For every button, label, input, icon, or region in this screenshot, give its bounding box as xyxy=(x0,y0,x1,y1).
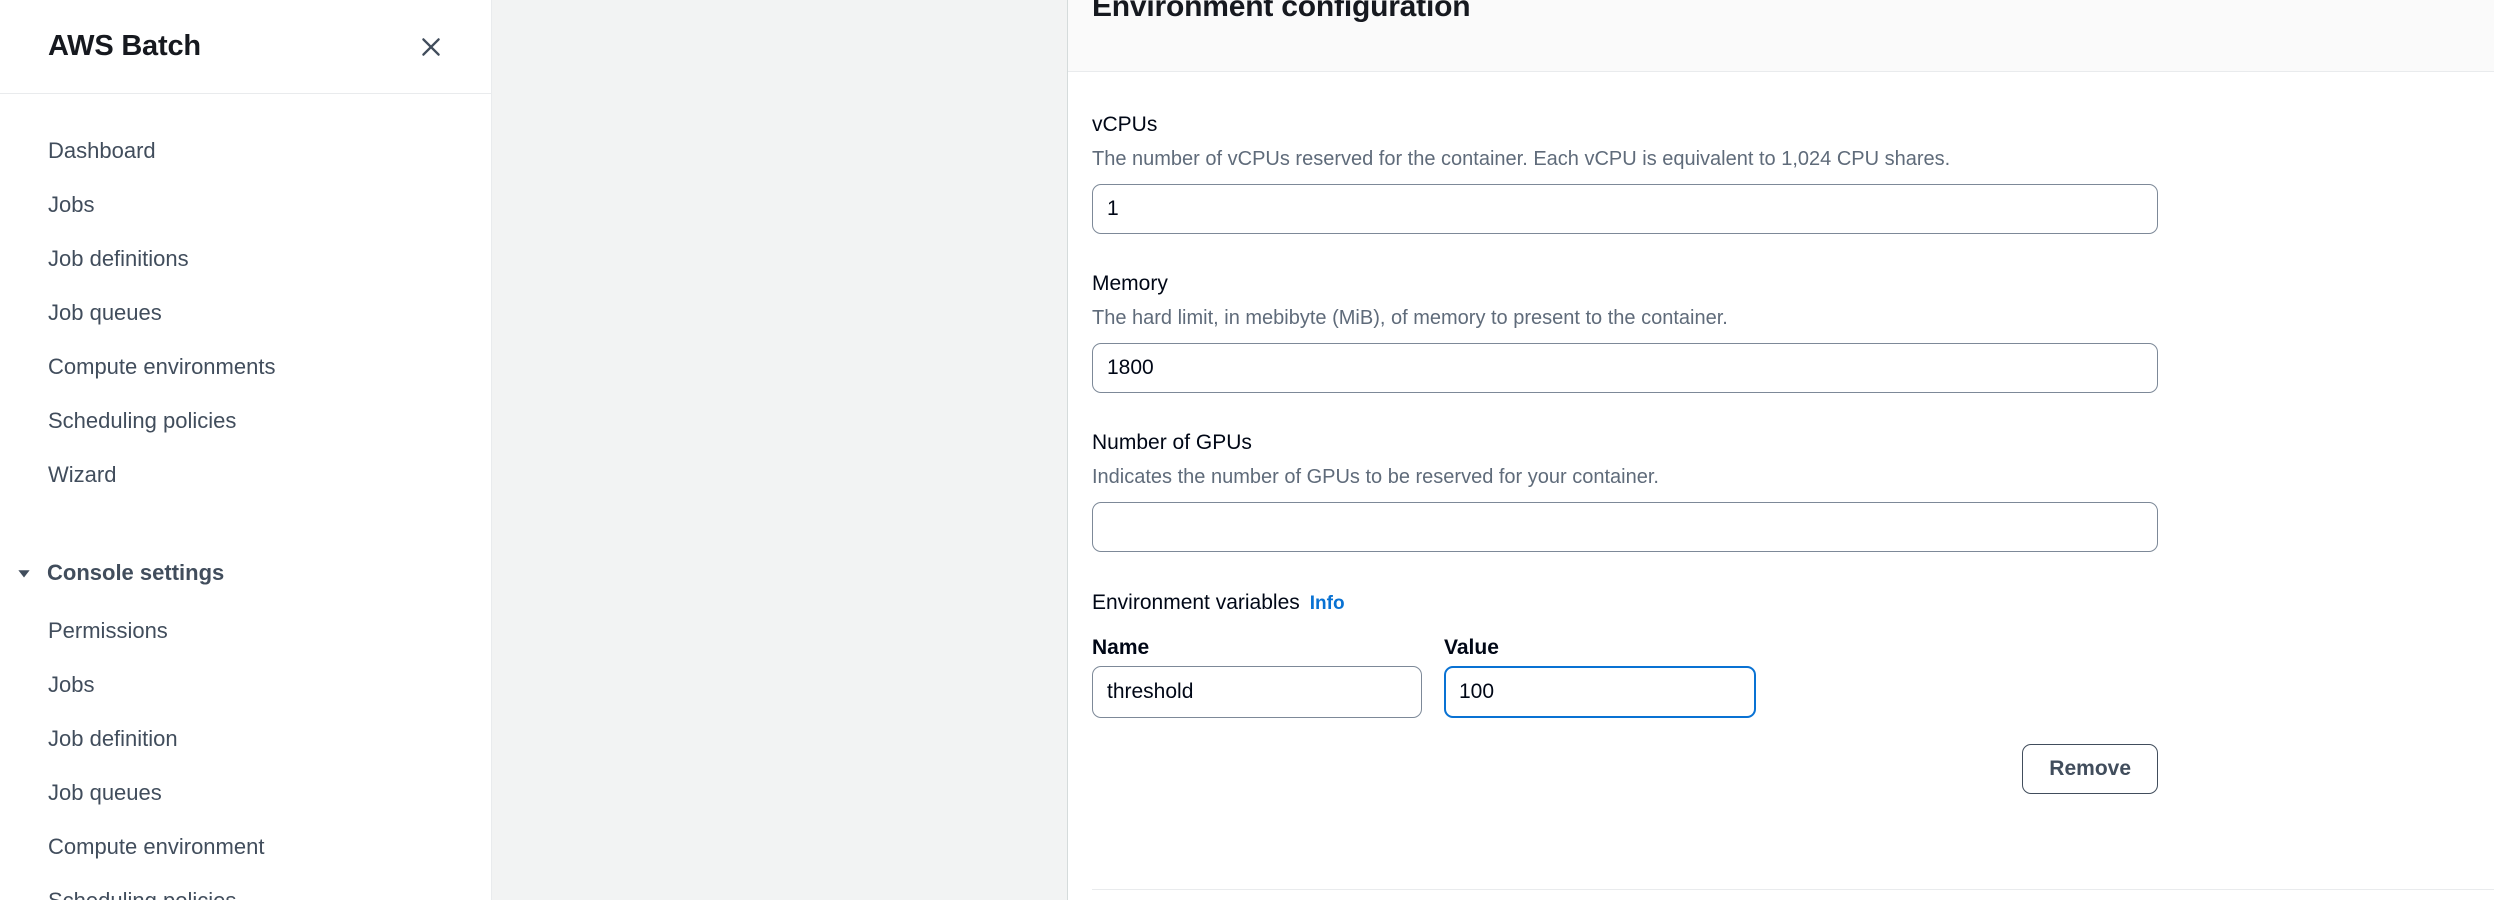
env-var-name-input[interactable] xyxy=(1092,666,1422,718)
sidebar-item-settings-job-queues[interactable]: Job queues xyxy=(0,766,491,820)
sidebar-item-jobs[interactable]: Jobs xyxy=(0,178,491,232)
console-settings-nav-list: Permissions Jobs Job definition Job queu… xyxy=(0,600,491,900)
sidebar-item-label: Scheduling policies xyxy=(48,888,236,900)
sidebar-item-label: Dashboard xyxy=(48,138,156,163)
primary-nav-list: Dashboard Jobs Job definitions Job queue… xyxy=(0,94,491,502)
vcpus-input[interactable] xyxy=(1092,184,2158,234)
sidebar-item-wizard[interactable]: Wizard xyxy=(0,448,491,502)
sidebar-item-label: Permissions xyxy=(48,618,168,643)
vcpus-label: vCPUs xyxy=(1092,113,1158,136)
sidebar-item-job-queues[interactable]: Job queues xyxy=(0,286,491,340)
sidebar-item-label: Scheduling policies xyxy=(48,408,237,433)
remove-button[interactable]: Remove xyxy=(2022,744,2158,794)
sidebar-item-settings-job-definition[interactable]: Job definition xyxy=(0,712,491,766)
memory-input[interactable] xyxy=(1092,343,2158,393)
side-navigation-panel: AWS Batch Dashboard Jobs Job definitions xyxy=(0,0,492,900)
column-spacer xyxy=(1422,637,1444,658)
sidebar-item-label: Job queues xyxy=(48,780,162,805)
content-gutter xyxy=(492,0,1068,900)
page-title: Environment configuration xyxy=(1092,0,1471,23)
sidebar-item-compute-environments[interactable]: Compute environments xyxy=(0,340,491,394)
sidebar-item-settings-compute-environment[interactable]: Compute environment xyxy=(0,820,491,874)
sidebar-item-scheduling-policies[interactable]: Scheduling policies xyxy=(0,394,491,448)
vcpus-description: The number of vCPUs reserved for the con… xyxy=(1092,148,1951,170)
field-gpus: Number of GPUs Indicates the number of G… xyxy=(1092,393,2470,552)
field-vcpus: vCPUs The number of vCPUs reserved for t… xyxy=(1092,72,2470,234)
sidebar-item-settings-jobs[interactable]: Jobs xyxy=(0,658,491,712)
sidebar-item-label: Jobs xyxy=(48,192,95,217)
sidebar-item-label: Wizard xyxy=(48,462,117,487)
caret-down-icon xyxy=(14,563,34,583)
main-content: Environment configuration vCPUs The numb… xyxy=(1068,0,2494,900)
environment-variables-column-headers: Name Value xyxy=(1092,637,2470,658)
sidebar-item-permissions[interactable]: Permissions xyxy=(0,604,491,658)
info-link[interactable]: Info xyxy=(1310,593,1345,615)
sidebar-item-dashboard[interactable]: Dashboard xyxy=(0,124,491,178)
sidebar-item-job-definitions[interactable]: Job definitions xyxy=(0,232,491,286)
environment-variables-actions: Remove xyxy=(1092,744,2158,794)
gpus-input[interactable] xyxy=(1092,502,2158,552)
gpus-description: Indicates the number of GPUs to be reser… xyxy=(1092,466,1659,488)
env-var-value-input[interactable] xyxy=(1444,666,1756,718)
sidebar-item-label: Compute environments xyxy=(48,354,276,379)
sidebar-header: AWS Batch xyxy=(0,0,491,94)
environment-variables-label: Environment variables xyxy=(1092,591,1300,614)
column-header-name: Name xyxy=(1092,636,1150,659)
field-environment-variables: Environment variables Info Name Value th… xyxy=(1092,552,2470,794)
section-divider xyxy=(1092,889,2494,890)
memory-label: Memory xyxy=(1092,272,1168,295)
section-header: Environment configuration xyxy=(1068,0,2494,72)
sidebar-item-label: Jobs xyxy=(48,672,95,697)
sidebar-title: AWS Batch xyxy=(48,30,201,62)
close-sidebar-button[interactable] xyxy=(409,25,453,69)
environment-variables-header: Environment variables Info xyxy=(1092,592,2470,615)
memory-description: The hard limit, in mebibyte (MiB), of me… xyxy=(1092,307,1728,329)
sidebar-item-label: Job definition xyxy=(48,726,178,751)
sidebar-item-label: Job definitions xyxy=(48,246,189,271)
table-row xyxy=(1092,666,2470,718)
gpus-label: Number of GPUs xyxy=(1092,431,1252,454)
sidebar-item-label: Compute environment xyxy=(48,834,265,859)
field-memory: Memory The hard limit, in mebibyte (MiB)… xyxy=(1092,234,2470,393)
environment-configuration-form: vCPUs The number of vCPUs reserved for t… xyxy=(1068,72,2494,794)
sidebar-item-settings-scheduling-policies[interactable]: Scheduling policies xyxy=(0,874,491,900)
sidebar-section-label: Console settings xyxy=(47,560,225,585)
close-icon xyxy=(418,34,444,60)
column-header-value: Value xyxy=(1444,636,1499,659)
sidebar-section-console-settings[interactable]: Console settings xyxy=(0,546,491,600)
aws-batch-console-page: AWS Batch Dashboard Jobs Job definitions xyxy=(0,0,2494,900)
sidebar-item-label: Job queues xyxy=(48,300,162,325)
